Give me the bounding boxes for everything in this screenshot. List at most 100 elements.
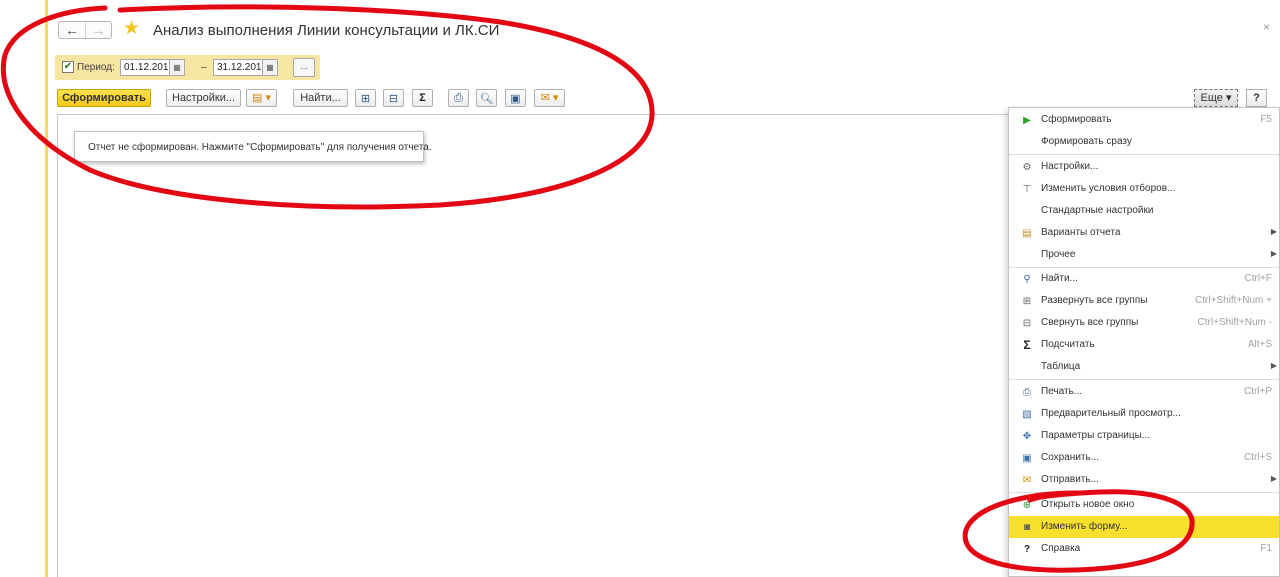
print-button[interactable]: ⎙ [448,89,469,107]
menu-item-shortcut: F5 [1260,114,1272,125]
save-button[interactable]: ▣ [505,89,526,107]
menu-item-label: Свернуть все группы [1041,317,1139,328]
expand-groups-button[interactable]: ⊞ [355,89,376,107]
menu-item-label: Изменить условия отборов... [1041,183,1176,194]
expand-groups-icon: ⊞ [1022,295,1032,307]
calendar-from-icon[interactable]: ▦ [169,59,185,76]
menu-item-report-variants[interactable]: ▤ Варианты отчета ▶ [1009,222,1279,244]
menu-item-shortcut: Ctrl+P [1243,386,1272,397]
menu-item-calculate[interactable]: Σ Подсчитать Alt+S [1009,334,1279,356]
menu-item-print[interactable]: ⎙ Печать... Ctrl+P [1009,381,1279,403]
print-icon: ⎙ [1023,386,1031,398]
menu-item-save[interactable]: ▣ Сохранить... Ctrl+S [1009,447,1279,469]
menu-item-standard-settings[interactable]: Стандартные настройки [1009,200,1279,222]
menu-item-label: Печать... [1041,386,1083,397]
change-form-icon: ◙ [1023,521,1031,533]
preview-button[interactable]: 🔍︎ [476,89,497,107]
menu-separator [1009,492,1279,493]
menu-separator [1009,379,1279,380]
checkmark-icon: ✔ [63,61,73,72]
menu-item-label: Изменить форму... [1041,521,1128,532]
menu-item-label: Предварительный просмотр... [1041,408,1181,419]
collapse-groups-button[interactable]: ⊟ [383,89,404,107]
new-window-icon: ⊕ [1022,499,1032,511]
page-setup-icon: ✥ [1022,430,1032,442]
menu-item-label: Подсчитать [1041,339,1095,350]
date-from-field[interactable]: 01.12.2019 [120,59,174,76]
more-dropdown-menu: ▶ Сформировать F5 Формировать сразу ⚙ На… [1008,107,1280,577]
submenu-arrow-icon: ▶ [1270,361,1277,370]
favorite-star-icon[interactable]: ★ [123,19,140,39]
menu-item-label: Открыть новое окно [1041,499,1135,510]
menu-item-label: Варианты отчета [1041,227,1121,238]
period-label: Период: [77,62,115,73]
close-icon[interactable]: × [1263,20,1270,34]
collapse-groups-icon: ⊟ [388,92,399,105]
more-label: Еще [1200,92,1223,104]
menu-item-settings[interactable]: ⚙ Настройки... [1009,156,1279,178]
submenu-arrow-icon: ▶ [1270,474,1277,483]
forward-button[interactable]: → [85,22,111,38]
menu-item-shortcut: Alt+S [1247,339,1272,350]
menu-item-generate[interactable]: ▶ Сформировать F5 [1009,109,1279,131]
application-window: ← → ★ Анализ выполнения Линии консультац… [0,0,1280,577]
menu-item-label: Справка [1041,543,1081,554]
menu-item-shortcut: Ctrl+Shift+Num - [1197,317,1272,328]
menu-item-help[interactable]: ? Справка F1 [1009,538,1279,560]
help-icon: ? [1023,543,1031,555]
more-menu-button[interactable]: Еще ▾ [1194,89,1238,107]
report-variants-icon: ▤ ▾ [252,92,271,104]
menu-item-label: Таблица [1041,361,1081,372]
menu-item-table[interactable]: Таблица ▶ [1009,356,1279,378]
find-button[interactable]: Найти... [293,89,348,107]
print-icon: ⎙ [454,91,463,104]
report-variants-icon: ▤ [1022,227,1032,239]
report-variants-button[interactable]: ▤ ▾ [246,89,277,107]
menu-item-label: Сохранить... [1041,452,1100,463]
menu-item-shortcut: F1 [1260,543,1272,554]
menu-item-send[interactable]: ✉ Отправить... ▶ [1009,469,1279,491]
menu-item-expand-groups[interactable]: ⊞ Развернуть все группы Ctrl+Shift+Num + [1009,290,1279,312]
sum-icon: Σ [1023,338,1031,352]
period-select-button[interactable]: ... [293,58,315,77]
menu-item-shortcut: Ctrl+F [1244,273,1273,284]
page-title: Анализ выполнения Линии консультации и Л… [153,22,500,39]
play-icon: ▶ [1023,114,1031,126]
mail-icon: ✉ ▾ [540,92,559,104]
menu-item-generate-immediately[interactable]: Формировать сразу [1009,131,1279,153]
menu-item-find[interactable]: ⚲ Найти... Ctrl+F [1009,268,1279,290]
expand-groups-icon: ⊞ [360,92,371,105]
menu-item-label: Формировать сразу [1041,136,1132,147]
menu-item-shortcut: Ctrl+S [1243,452,1272,463]
menu-item-preview[interactable]: ▧ Предварительный просмотр... [1009,403,1279,425]
calendar-to-icon[interactable]: ▦ [262,59,278,76]
save-icon: ▣ [1022,452,1032,464]
search-icon: ⚲ [1023,273,1031,285]
menu-item-label: Настройки... [1041,161,1099,172]
menu-item-collapse-groups[interactable]: ⊟ Свернуть все группы Ctrl+Shift+Num - [1009,312,1279,334]
preview-icon: 🔍︎ [479,92,494,105]
submenu-arrow-icon: ▶ [1270,249,1277,258]
menu-item-label: Найти... [1041,273,1078,284]
menu-item-change-filters[interactable]: ⊤ Изменить условия отборов... [1009,178,1279,200]
help-button[interactable]: ? [1246,89,1267,107]
submenu-arrow-icon: ▶ [1270,227,1277,236]
menu-item-page-setup[interactable]: ✥ Параметры страницы... [1009,425,1279,447]
menu-item-label: Отправить... [1041,474,1099,485]
menu-item-open-new-window[interactable]: ⊕ Открыть новое окно [1009,494,1279,516]
arrow-right-icon: → [91,22,106,38]
menu-item-other[interactable]: Прочее ▶ [1009,244,1279,266]
date-to-field[interactable]: 31.12.2019 [213,59,267,76]
collapse-groups-icon: ⊟ [1022,317,1032,329]
generate-button[interactable]: Сформировать [57,89,151,107]
period-checkbox[interactable]: ✔ [62,61,74,73]
menu-item-change-form[interactable]: ◙ Изменить форму... [1009,516,1279,538]
filter-icon: ⊤ [1022,183,1032,195]
period-panel: ✔ Период: 01.12.2019 ▦ – 31.12.2019 ▦ ..… [55,55,320,80]
back-button[interactable]: ← [59,22,85,38]
settings-icon: ⚙ [1022,161,1032,173]
sum-button[interactable]: Σ [412,89,433,107]
send-button[interactable]: ✉ ▾ [534,89,565,107]
menu-item-label: Параметры страницы... [1041,430,1151,441]
settings-button[interactable]: Настройки... [166,89,241,107]
